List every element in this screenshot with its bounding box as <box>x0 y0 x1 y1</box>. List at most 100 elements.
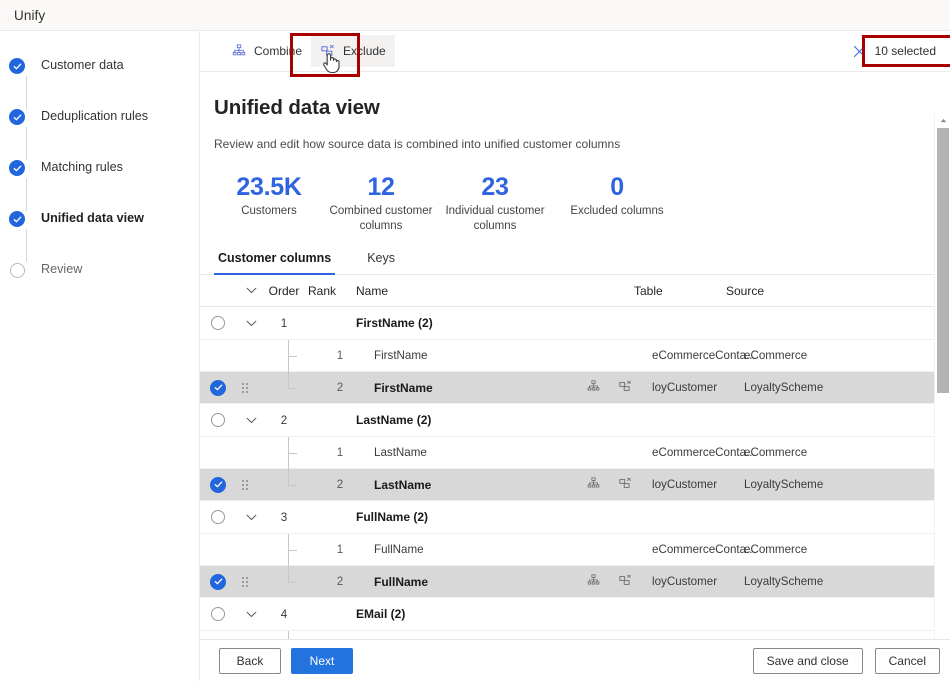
step-marker <box>9 211 27 262</box>
table-row[interactable]: 2 FirstName loyCustomer LoyaltyScheme <box>200 372 935 404</box>
row-exclude-icon[interactable] <box>619 477 632 493</box>
page-subtitle: Review and edit how source data is combi… <box>214 137 621 151</box>
unify-app-window: Unify Customer data Deduplication rules <box>0 0 950 681</box>
checked-circle-icon <box>210 573 226 590</box>
check-circle-icon <box>9 160 25 176</box>
combine-button[interactable]: Combine <box>222 35 311 67</box>
sidebar-step-deduplication-rules[interactable]: Deduplication rules <box>0 108 199 160</box>
kpi-value: 0 <box>610 173 624 201</box>
cell-rank: 2 <box>336 381 344 394</box>
row-combine-icon[interactable] <box>587 379 600 396</box>
cell-rank: 2 <box>336 575 344 588</box>
cancel-button[interactable]: Cancel <box>874 647 940 674</box>
cell-actions <box>556 379 652 396</box>
column-header-source[interactable]: Source <box>726 284 846 298</box>
cell-table: loyCustomer <box>652 478 718 491</box>
table-row-group[interactable]: 2 LastName (2) <box>200 404 935 437</box>
cell-table: loyCustomer <box>652 575 718 588</box>
row-select-checkbox[interactable] <box>200 509 236 525</box>
cell-rank: 1 <box>336 349 344 362</box>
row-combine-icon[interactable] <box>587 573 600 590</box>
row-drag-handle[interactable] <box>236 576 254 587</box>
cell-name: FirstName <box>374 349 428 362</box>
save-and-close-button[interactable]: Save and close <box>752 647 863 674</box>
unchecked-circle-icon <box>210 606 226 622</box>
check-circle-icon <box>9 211 25 227</box>
cell-source: LoyaltyScheme <box>744 575 824 588</box>
table-row[interactable]: 2 LastName loyCustomer LoyaltyScheme <box>200 469 935 501</box>
unchecked-circle-icon <box>210 509 226 525</box>
column-header-name[interactable]: Name <box>342 284 538 298</box>
columns-table: Order Rank Name Table Source 1 FirstName… <box>200 275 935 643</box>
cell-table: loyCustomer <box>652 381 718 394</box>
tree-elbow <box>288 355 297 357</box>
row-expand-chevron[interactable] <box>236 320 266 327</box>
table-row[interactable]: 1 LastName eCommerceConta... eCommerce <box>200 437 935 469</box>
column-header-order[interactable]: Order <box>266 284 302 298</box>
table-row[interactable]: 1 FirstName eCommerceConta... eCommerce <box>200 340 935 372</box>
tab-keys[interactable]: Keys <box>363 248 399 274</box>
sidebar-step-customer-data[interactable]: Customer data <box>0 57 199 109</box>
main-panel: Combine Exclude 10 selected Unified data… <box>200 31 950 681</box>
app-title: Unify <box>14 7 46 23</box>
tree-line <box>288 469 290 485</box>
row-exclude-icon[interactable] <box>619 574 632 590</box>
scrollbar-thumb[interactable] <box>937 128 949 393</box>
cell-name: EMail (2) <box>356 607 406 621</box>
tree-elbow <box>288 387 297 389</box>
row-expand-chevron[interactable] <box>236 514 266 521</box>
sidebar-step-unified-data-view[interactable]: Unified data view <box>0 210 199 262</box>
cell-source: eCommerce <box>744 349 808 362</box>
exclude-button[interactable]: Exclude <box>311 35 395 67</box>
close-x-icon <box>852 44 867 59</box>
sidebar-step-review[interactable]: Review <box>0 261 199 312</box>
step-connector <box>25 76 27 109</box>
row-drag-handle[interactable] <box>236 479 254 490</box>
cell-name: FullName <box>374 574 429 589</box>
step-marker <box>9 160 27 211</box>
sidebar-step-matching-rules[interactable]: Matching rules <box>0 159 199 211</box>
back-button[interactable]: Back <box>219 647 281 674</box>
cell-actions <box>556 573 652 590</box>
cell-source: LoyaltyScheme <box>744 478 824 491</box>
expand-all-chevron[interactable] <box>236 287 266 294</box>
row-select-checkbox[interactable] <box>200 606 236 622</box>
checked-circle-icon <box>210 379 226 396</box>
table-row[interactable]: 1 FullName eCommerceConta... eCommerce <box>200 534 935 566</box>
table-row-group[interactable]: 1 FirstName (2) <box>200 307 935 340</box>
tree-line <box>288 372 290 388</box>
tab-customer-columns[interactable]: Customer columns <box>214 248 336 276</box>
table-row-group[interactable]: 3 FullName (2) <box>200 501 935 534</box>
step-connector <box>25 127 27 160</box>
column-header-rank[interactable]: Rank <box>302 284 342 298</box>
row-select-checkbox[interactable] <box>200 315 236 331</box>
cell-rank: 2 <box>336 478 344 491</box>
scroll-up-arrow[interactable] <box>935 113 950 127</box>
row-exclude-icon[interactable] <box>619 380 632 396</box>
cell-source: eCommerce <box>744 543 808 556</box>
row-select-checkbox[interactable] <box>200 379 236 396</box>
row-select-checkbox[interactable] <box>200 412 236 428</box>
vertical-scrollbar[interactable] <box>934 113 950 681</box>
app-header: Unify <box>0 0 950 31</box>
row-combine-icon[interactable] <box>587 476 600 493</box>
kpi-excluded-columns: 0 Excluded columns <box>552 173 682 234</box>
row-expand-chevron[interactable] <box>236 417 266 424</box>
column-header-table[interactable]: Table <box>634 284 726 298</box>
table-row[interactable]: 2 FullName loyCustomer LoyaltyScheme <box>200 566 935 598</box>
table-header-row: Order Rank Name Table Source <box>200 275 935 307</box>
row-expand-chevron[interactable] <box>236 611 266 618</box>
clear-selection-button[interactable]: 10 selected <box>848 36 938 66</box>
row-select-checkbox[interactable] <box>200 573 236 590</box>
row-select-checkbox[interactable] <box>200 476 236 493</box>
cell-name: LastName <box>374 446 427 459</box>
tree-elbow <box>288 484 297 486</box>
step-marker <box>9 109 27 160</box>
table-row-group[interactable]: 4 EMail (2) <box>200 598 935 631</box>
step-marker <box>9 262 25 278</box>
next-button[interactable]: Next <box>291 647 353 674</box>
row-drag-handle[interactable] <box>236 382 254 393</box>
kpi-label: Combined customer columns <box>329 205 433 232</box>
cell-name: FullName (2) <box>356 510 429 524</box>
tree-elbow <box>288 581 297 583</box>
